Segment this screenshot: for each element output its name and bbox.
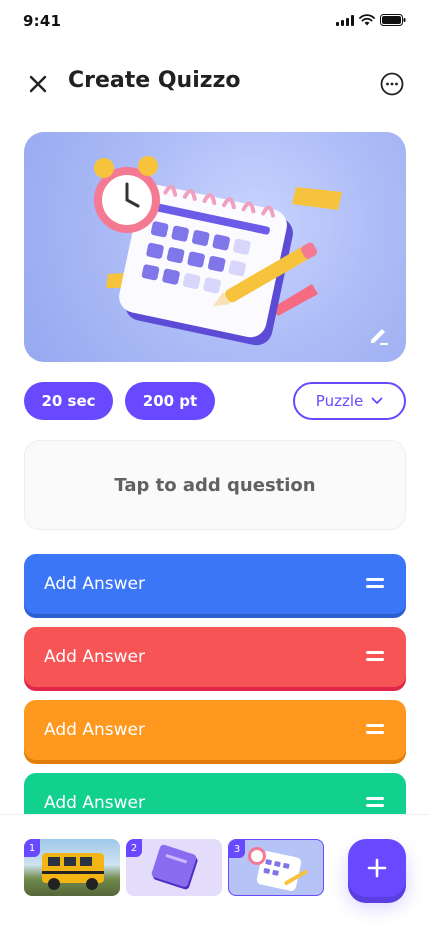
answer-option-3[interactable]: Add Answer [24,700,406,760]
slide-thumbnail-2[interactable]: 2 [126,839,222,896]
edit-cover-button[interactable] [366,322,392,348]
close-button[interactable] [24,70,52,98]
status-time: 9:41 [23,12,62,30]
plus-icon [367,858,387,878]
header: Create Quizzo [0,60,430,108]
drag-handle-icon[interactable] [366,797,384,809]
more-icon [380,72,404,96]
cover-image[interactable] [24,132,406,362]
question-settings: 20 sec 200 pt Puzzle [24,382,406,420]
chevron-down-icon [371,397,383,404]
drag-handle-icon[interactable] [366,651,384,663]
answer-option-2[interactable]: Add Answer [24,627,406,687]
add-slide-button[interactable] [348,839,406,897]
answer-label: Add Answer [44,574,145,594]
wifi-icon [359,14,375,26]
question-type-dropdown[interactable]: Puzzle [293,382,406,420]
slide-number-badge: 2 [126,839,142,857]
answer-label: Add Answer [44,720,145,740]
slide-number-badge: 3 [229,840,245,858]
answer-option-4[interactable]: Add Answer [24,773,406,814]
question-input[interactable]: Tap to add question [24,440,406,530]
calendar-illustration [94,156,342,346]
more-options-button[interactable] [380,72,404,96]
close-icon [29,75,47,93]
time-limit-chip[interactable]: 20 sec [24,382,113,420]
points-label: 200 pt [142,392,198,410]
answer-option-1[interactable]: Add Answer [24,554,406,614]
page-title: Create Quizzo [68,68,241,93]
status-icons [336,14,406,26]
answer-label: Add Answer [44,647,145,667]
question-type-label: Puzzle [315,392,364,410]
slide-thumbnail-3[interactable]: 3 [228,839,324,896]
slide-number-badge: 1 [24,839,40,857]
drag-handle-icon[interactable] [366,578,384,590]
time-limit-label: 20 sec [41,392,96,410]
question-placeholder: Tap to add question [114,474,316,496]
edit-icon [371,329,388,345]
slide-thumbnail-1[interactable]: 1 [24,839,120,896]
answer-label: Add Answer [44,793,145,813]
slides-bar: 1 2 3 [0,814,430,932]
status-bar: 9:41 [0,0,430,44]
signal-icon [336,14,354,26]
drag-handle-icon[interactable] [366,724,384,736]
points-chip[interactable]: 200 pt [125,382,215,420]
battery-icon [380,14,406,26]
answers-list: Add Answer Add Answer Add Answer Add Ans… [0,554,430,814]
